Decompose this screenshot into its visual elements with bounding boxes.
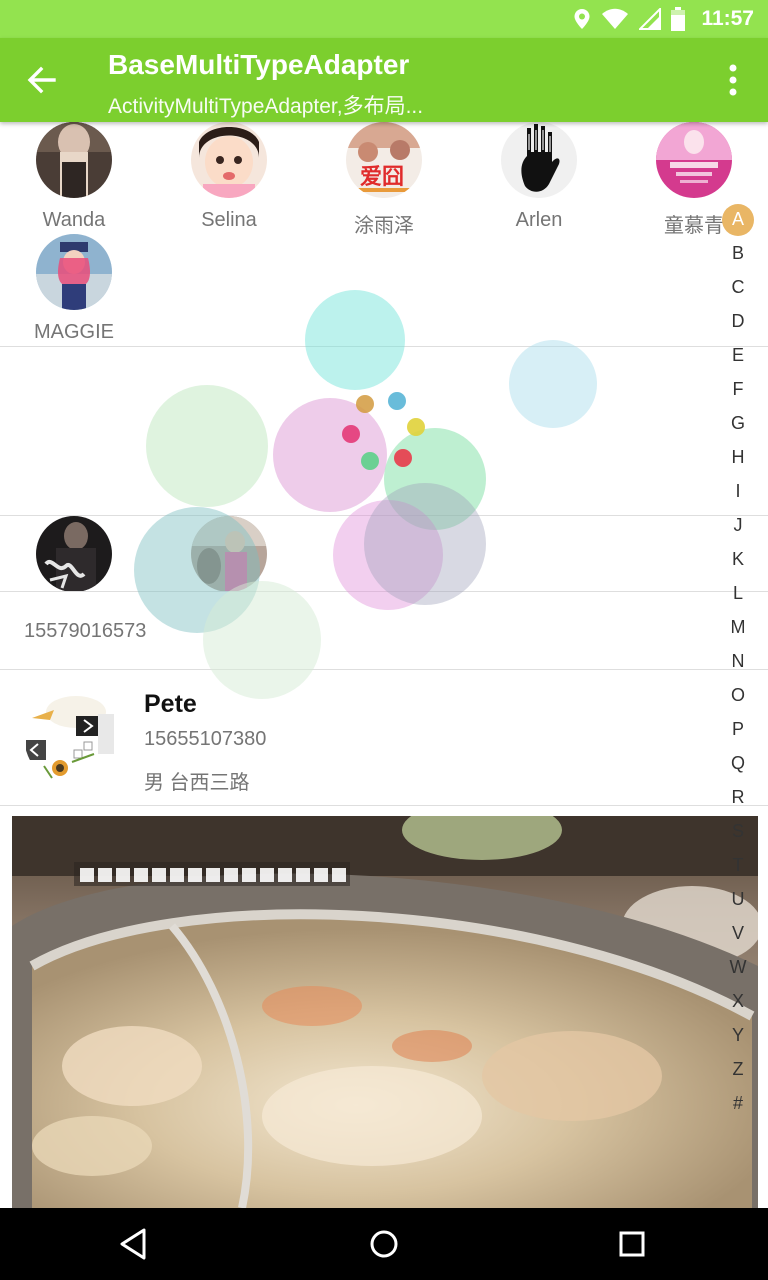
index-letter-j[interactable]: J	[708, 515, 768, 536]
video-thumbnail[interactable]	[12, 816, 758, 1208]
location-icon	[574, 9, 590, 29]
avatar	[36, 122, 112, 198]
index-letter-o[interactable]: O	[708, 685, 768, 706]
grid-item-name: Selina	[201, 209, 257, 231]
divider	[0, 591, 768, 592]
alphabet-index-bar[interactable]: A B C D E F G H I J K L M N O P Q R S T U V W X Y Z #	[708, 204, 768, 1206]
divider	[0, 805, 768, 806]
avatar	[501, 122, 577, 198]
index-letter-hash[interactable]: #	[708, 1093, 768, 1114]
contact-info: 男 台西三路	[144, 772, 250, 794]
index-letter-e[interactable]: E	[708, 345, 768, 366]
index-letter-b[interactable]: B	[708, 243, 768, 264]
toolbar: BaseMultiTypeAdapter ActivityMultiTypeAd…	[0, 38, 768, 122]
index-letter-i[interactable]: I	[708, 481, 768, 502]
contact-name: Pete	[144, 690, 197, 718]
index-letter-y[interactable]: Y	[708, 1025, 768, 1046]
index-letter-k[interactable]: K	[708, 549, 768, 570]
contact-detail-row[interactable]: Pete 15655107380 男 台西三路	[0, 670, 768, 805]
signal-icon	[639, 8, 662, 30]
avatar	[191, 122, 267, 198]
grid-item-name: Wanda	[42, 209, 106, 231]
index-letter-t[interactable]: T	[708, 855, 768, 876]
index-letter-c[interactable]: C	[708, 277, 768, 298]
avatar	[24, 684, 128, 788]
contact-phone: 15655107380	[144, 728, 267, 750]
index-letter-a[interactable]: A	[708, 209, 768, 230]
index-letter-v[interactable]: V	[708, 923, 768, 944]
avatar	[36, 234, 112, 310]
grid-item-name: MAGGIE	[33, 321, 114, 343]
divider	[0, 515, 768, 516]
index-letter-r[interactable]: R	[708, 787, 768, 808]
content-list[interactable]: Wanda Selina 爱囧 涂雨泽 Arlen 童慕青 MAGGIE 155…	[0, 122, 768, 1208]
index-letter-m[interactable]: M	[708, 617, 768, 638]
index-letter-w[interactable]: W	[708, 957, 768, 978]
recents-square-icon[interactable]	[612, 1224, 652, 1264]
empty-row	[0, 347, 768, 515]
battery-icon	[671, 7, 686, 31]
phone-number-text[interactable]: 15579016573	[24, 620, 146, 643]
index-letter-x[interactable]: X	[708, 991, 768, 1012]
more-vert-icon[interactable]	[716, 60, 750, 100]
index-letter-p[interactable]: P	[708, 719, 768, 740]
index-letter-u[interactable]: U	[708, 889, 768, 910]
index-letter-q[interactable]: Q	[708, 753, 768, 774]
navigation-bar	[0, 1208, 768, 1280]
toolbar-subtitle: ActivityMultiTypeAdapter,多布局...	[108, 95, 424, 118]
back-triangle-icon[interactable]	[114, 1224, 154, 1264]
grid-item-name: 涂雨泽	[354, 215, 414, 237]
index-letter-f[interactable]: F	[708, 379, 768, 400]
toolbar-title: BaseMultiTypeAdapter	[108, 49, 410, 80]
clock: 11:57	[701, 7, 754, 30]
avatar[interactable]	[191, 516, 267, 592]
avatar	[656, 122, 732, 198]
arrow-back-icon[interactable]	[22, 60, 62, 100]
svg-text:爱囧: 爱囧	[360, 165, 404, 190]
index-letter-n[interactable]: N	[708, 651, 768, 672]
index-letter-g[interactable]: G	[708, 413, 768, 434]
status-bar: 11:57	[0, 0, 768, 38]
index-letter-h[interactable]: H	[708, 447, 768, 468]
index-letter-s[interactable]: S	[708, 821, 768, 842]
home-circle-icon[interactable]	[364, 1224, 404, 1264]
index-letter-z[interactable]: Z	[708, 1059, 768, 1080]
avatar[interactable]	[36, 516, 112, 592]
index-letter-l[interactable]: L	[708, 583, 768, 604]
grid-item-name: Arlen	[515, 209, 563, 231]
wifi-icon	[602, 8, 629, 29]
avatar: 爱囧	[346, 122, 422, 198]
index-letter-d[interactable]: D	[708, 311, 768, 332]
